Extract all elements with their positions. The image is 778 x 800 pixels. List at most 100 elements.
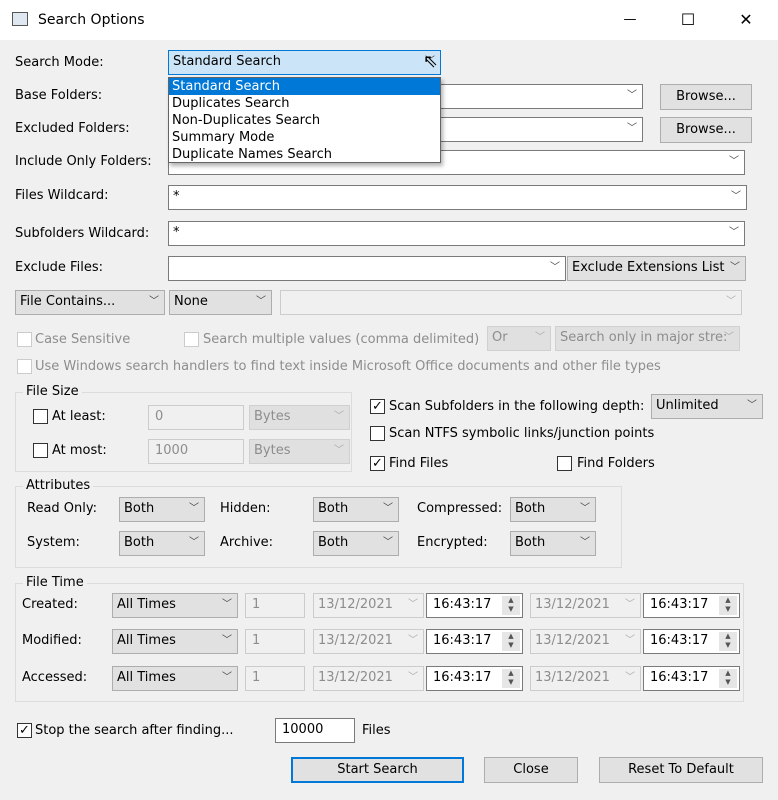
file-contains-combo[interactable]: File Contains... ﹀ (15, 290, 165, 315)
chevron-down-icon: ﹀ (550, 262, 560, 273)
window-title: Search Options (38, 12, 145, 28)
minimize-button[interactable]: — (612, 6, 648, 34)
find-folders-checkbox[interactable] (557, 456, 572, 471)
excluded-folders-browse-button[interactable]: Browse... (660, 117, 752, 143)
at-most-checkbox[interactable] (33, 443, 48, 458)
exclude-extensions-list-combo[interactable]: Exclude Extensions List ﹀ (567, 256, 746, 281)
file-time-number-input[interactable]: 1 (245, 666, 305, 691)
at-most-unit-combo[interactable]: Bytes ﹀ (249, 439, 350, 464)
files-wildcard-combo[interactable]: * ﹀ (168, 185, 747, 210)
to-date-picker[interactable]: 13/12/2021 ﹀ (530, 593, 641, 618)
reset-to-default-button[interactable]: Reset To Default (599, 757, 763, 783)
attribute-combo[interactable]: Both ﹀ (119, 497, 205, 522)
dropdown-option[interactable]: Non-Duplicates Search (169, 112, 440, 129)
spin-arrows-icon[interactable]: ▲ ▼ (502, 596, 520, 615)
to-time-input-text: 16:43:17 (650, 670, 709, 685)
to-date-picker-text: 13/12/2021 (535, 597, 610, 612)
base-folders-label-text: Base Folders: (15, 88, 103, 103)
windows-handlers-label: Use Windows search handlers to find text… (35, 358, 661, 376)
attribute-combo[interactable]: Both ﹀ (119, 531, 205, 556)
attribute-label: Encrypted: (417, 534, 488, 552)
file-time-label-text: Modified: (22, 633, 82, 648)
subfolders-wildcard-combo[interactable]: * ﹀ (168, 221, 745, 246)
attribute-label: Hidden: (220, 500, 271, 518)
chevron-down-icon: ﹀ (383, 503, 393, 514)
file-time-mode-combo-text: All Times (117, 633, 176, 648)
search-mode-combo[interactable]: Standard Search ﹀ ⇖ (168, 50, 441, 75)
file-time-number-input[interactable]: 1 (245, 593, 305, 618)
attribute-label-text: Archive: (220, 535, 274, 550)
to-time-input[interactable]: 16:43:17 ▲ ▼ (643, 593, 740, 618)
file-time-number-input-text: 1 (252, 670, 261, 685)
file-time-mode-combo[interactable]: All Times ﹀ (112, 666, 238, 691)
attribute-label: Compressed: (417, 500, 502, 518)
exclude-files-combo[interactable]: ﹀ (168, 256, 566, 281)
attribute-label: System: (27, 534, 80, 552)
file-time-number-input-text: 1 (252, 633, 261, 648)
start-search-button[interactable]: Start Search (291, 757, 464, 783)
from-time-input[interactable]: 16:43:17 ▲ ▼ (426, 629, 523, 654)
from-date-picker-text: 13/12/2021 (318, 597, 393, 612)
from-date-picker[interactable]: 13/12/2021 ﹀ (313, 666, 424, 691)
base-folders-browse-button[interactable]: Browse... (660, 84, 752, 110)
streams-combo[interactable]: Search only in major stre: ﹀ (555, 326, 740, 351)
scan-ntfs-label: Scan NTFS symbolic links/junction points (389, 425, 654, 443)
chevron-down-icon: ﹀ (730, 262, 740, 273)
depth-combo[interactable]: Unlimited ﹀ (651, 394, 763, 419)
close-button[interactable]: Close (484, 757, 578, 783)
attribute-label-text: Encrypted: (417, 535, 488, 550)
dropdown-option[interactable]: Duplicate Names Search (169, 146, 440, 163)
spin-arrows-icon[interactable]: ▲ ▼ (719, 632, 737, 651)
file-time-group-title-text: File Time (26, 575, 84, 590)
dropdown-option[interactable]: Standard Search (169, 78, 440, 95)
scan-ntfs-checkbox[interactable] (370, 426, 385, 441)
contains-value-combo[interactable]: ﹀ (280, 290, 742, 315)
chevron-down-icon: ﹀ (625, 672, 635, 683)
attribute-combo[interactable]: Both ﹀ (313, 497, 399, 522)
stop-after-unit-label: Files (362, 722, 391, 740)
operator-combo[interactable]: Or ﹀ (487, 326, 551, 351)
from-time-input[interactable]: 16:43:17 ▲ ▼ (426, 666, 523, 691)
close-window-button[interactable]: ✕ (728, 6, 764, 34)
to-date-picker[interactable]: 13/12/2021 ﹀ (530, 666, 641, 691)
search-mode-dropdown: Standard Search Duplicates Search Non-Dupl… (168, 77, 441, 163)
scan-subfolders-checkbox[interactable]: ✓ (370, 399, 385, 414)
spin-arrows-icon[interactable]: ▲ ▼ (502, 632, 520, 651)
at-least-input[interactable]: 0 (148, 405, 244, 430)
to-time-input[interactable]: 16:43:17 ▲ ▼ (643, 629, 740, 654)
stop-after-input-text: 10000 (282, 722, 324, 737)
attribute-combo[interactable]: Both ﹀ (510, 497, 596, 522)
find-files-checkbox[interactable]: ✓ (370, 456, 385, 471)
attribute-combo[interactable]: Both ﹀ (510, 531, 596, 556)
stop-after-checkbox[interactable]: ✓ (17, 723, 32, 738)
from-date-picker[interactable]: 13/12/2021 ﹀ (313, 629, 424, 654)
find-files-label: Find Files (389, 455, 448, 473)
chevron-down-icon: ﹀ (580, 537, 590, 548)
to-date-picker[interactable]: 13/12/2021 ﹀ (530, 629, 641, 654)
from-date-picker[interactable]: 13/12/2021 ﹀ (313, 593, 424, 618)
contains-type-combo[interactable]: None ﹀ (169, 290, 272, 315)
at-most-input[interactable]: 1000 (148, 439, 244, 464)
to-time-input[interactable]: 16:43:17 ▲ ▼ (643, 666, 740, 691)
from-time-input[interactable]: 16:43:17 ▲ ▼ (426, 593, 523, 618)
stop-after-input[interactable]: 10000 (275, 718, 355, 743)
chevron-down-icon: ﹀ (334, 445, 344, 456)
at-least-checkbox[interactable] (33, 409, 48, 424)
dropdown-option[interactable]: Duplicates Search (169, 95, 440, 112)
app-icon (12, 12, 28, 26)
spin-arrows-icon[interactable]: ▲ ▼ (719, 669, 737, 688)
file-size-group-title: File Size (23, 384, 82, 400)
spin-arrows-icon[interactable]: ▲ ▼ (502, 669, 520, 688)
attribute-combo[interactable]: Both ﹀ (313, 531, 399, 556)
base-folders-label: Base Folders: (15, 87, 102, 105)
spin-arrows-icon[interactable]: ▲ ▼ (719, 596, 737, 615)
title-bar: Search Options — ☐ ✕ (0, 0, 778, 40)
file-time-number-input[interactable]: 1 (245, 629, 305, 654)
chevron-down-icon: ﹀ (729, 156, 739, 167)
at-least-unit-combo[interactable]: Bytes ﹀ (249, 405, 350, 430)
maximize-button[interactable]: ☐ (670, 6, 706, 34)
file-time-mode-combo[interactable]: All Times ﹀ (112, 593, 238, 618)
at-most-label-text: At most: (52, 443, 107, 458)
dropdown-option[interactable]: Summary Mode (169, 129, 440, 146)
file-time-mode-combo[interactable]: All Times ﹀ (112, 629, 238, 654)
